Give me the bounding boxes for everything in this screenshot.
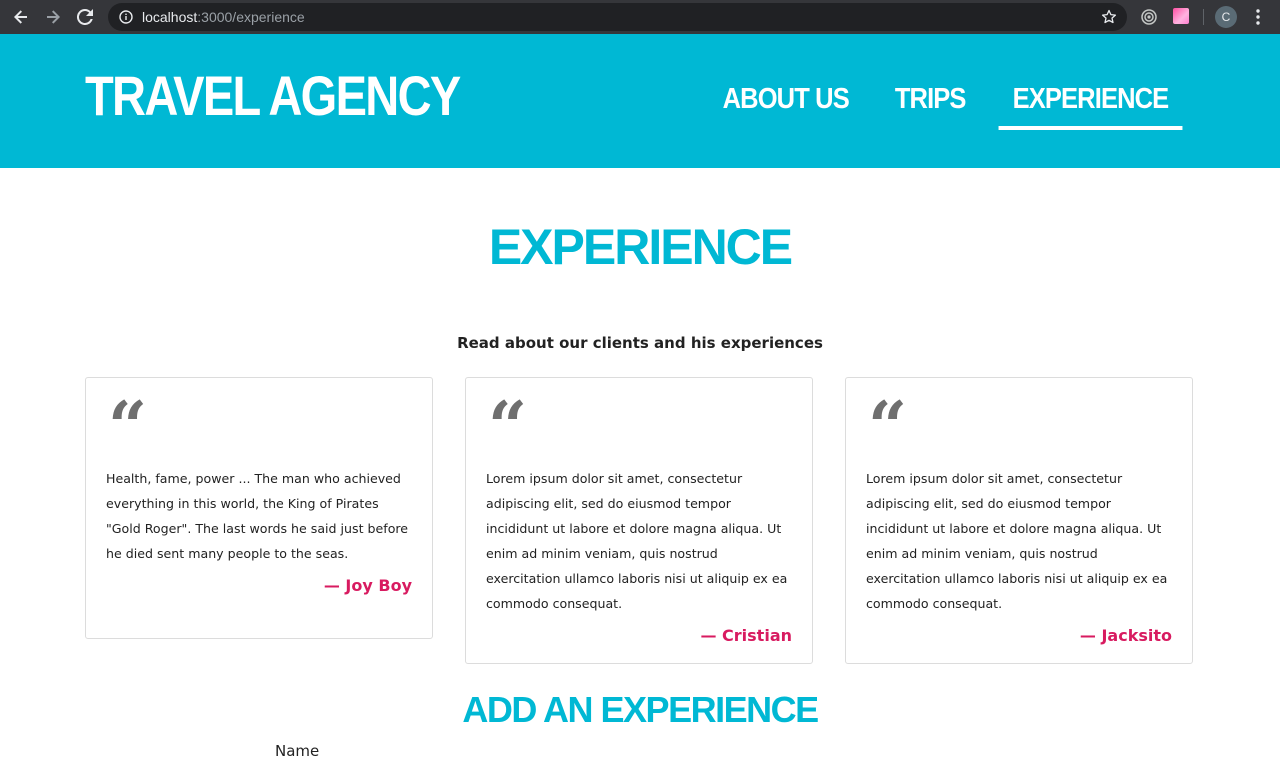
testimonial-text: Lorem ipsum dolor sit amet, consectetur … (866, 471, 1168, 611)
extension-target-icon[interactable] (1140, 8, 1158, 30)
bookmark-star-icon[interactable] (1101, 9, 1117, 29)
extension-gradient-icon[interactable] (1173, 8, 1189, 24)
name-field-label: Name (275, 742, 320, 760)
quote-icon: “ (868, 387, 908, 467)
reload-button[interactable] (69, 0, 101, 34)
url-host: localhost (142, 9, 198, 25)
testimonial-card: “ Lorem ipsum dolor sit amet, consectetu… (465, 377, 813, 664)
forward-button[interactable] (37, 0, 69, 34)
quote-icon: “ (488, 387, 528, 467)
profile-avatar[interactable]: C (1215, 6, 1237, 28)
url-text: localhost:3000/experience (142, 9, 305, 25)
browser-toolbar: localhost:3000/experience C (0, 0, 1280, 34)
address-bar[interactable]: localhost:3000/experience (108, 3, 1127, 31)
page-title: Experience (488, 219, 793, 275)
quote-icon: “ (108, 387, 148, 467)
arrow-right-icon (47, 10, 60, 24)
more-menu-icon[interactable] (1250, 8, 1266, 30)
nav-trips[interactable]: Trips (880, 80, 979, 130)
testimonial-author: — Jacksito (1079, 626, 1172, 645)
brand-logo-text[interactable]: Travel Agency (85, 64, 461, 128)
site-info-icon[interactable] (118, 9, 134, 25)
testimonial-author: — Joy Boy (323, 576, 412, 595)
testimonial-card: “ Lorem ipsum dolor sit amet, consectetu… (845, 377, 1193, 664)
arrow-left-icon (14, 10, 27, 24)
nav-about-us[interactable]: About Us (709, 80, 863, 130)
testimonial-author: — Cristian (700, 626, 792, 645)
reload-icon (77, 9, 93, 25)
intro-text: Read about our clients and his experienc… (457, 334, 823, 352)
testimonial-card: “ Health, fame, power ... The man who ac… (85, 377, 433, 639)
nav-experience[interactable]: Experience (998, 80, 1183, 130)
add-experience-title: Add an Experience (462, 689, 819, 730)
toolbar-divider (1203, 9, 1204, 25)
testimonial-text: Lorem ipsum dolor sit amet, consectetur … (486, 471, 788, 611)
site-header: Travel Agency About Us Trips Experience (0, 34, 1280, 168)
back-button[interactable] (5, 0, 37, 34)
main-nav: About Us Trips Experience (698, 80, 1195, 130)
testimonial-text: Health, fame, power ... The man who achi… (106, 471, 409, 561)
url-path: :3000/experience (197, 9, 305, 25)
